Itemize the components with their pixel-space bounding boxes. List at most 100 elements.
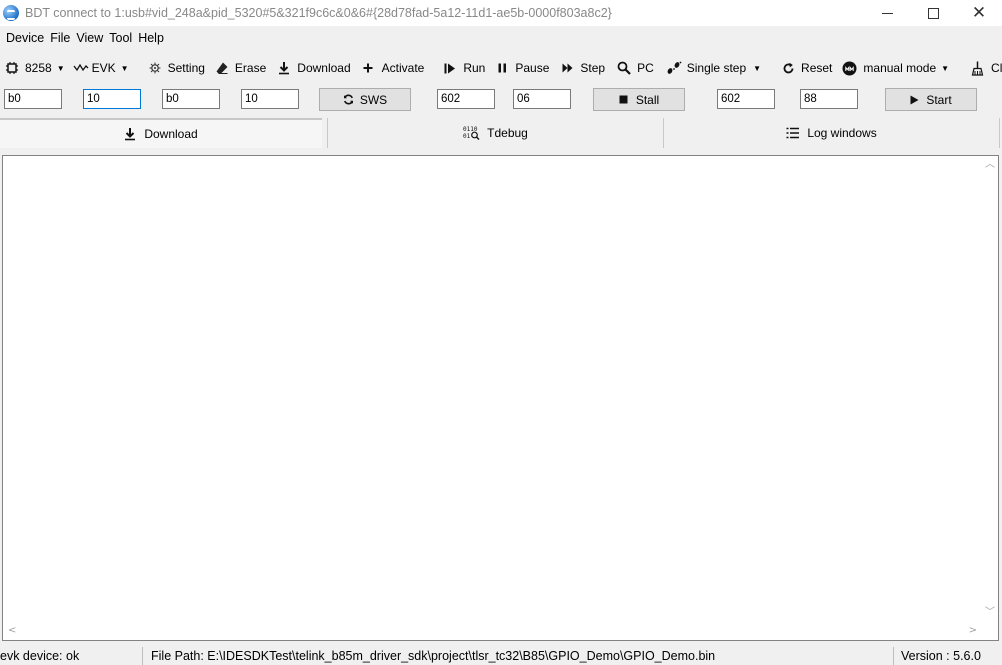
- toolbar: 8258 ▼ EVK ▼ Setting Erase Download Acti…: [0, 54, 1002, 82]
- value-input-3[interactable]: [513, 89, 571, 109]
- eraser-icon: [216, 62, 228, 74]
- gear-icon: [149, 62, 161, 74]
- stop-icon: [619, 95, 628, 104]
- scroll-right-icon[interactable]: >: [969, 626, 977, 636]
- pc-label: PC: [637, 61, 654, 75]
- device-status: evk device: ok: [0, 649, 80, 663]
- status-divider: [893, 647, 894, 665]
- download-output-panel[interactable]: ︿ ﹀ < >: [2, 155, 999, 641]
- setting-button[interactable]: Setting: [147, 56, 207, 80]
- list-icon: [786, 127, 800, 139]
- step-label: Step: [580, 61, 606, 75]
- plus-icon: [363, 63, 373, 73]
- scroll-left-icon[interactable]: <: [8, 626, 16, 636]
- sws-label: SWS: [359, 92, 388, 107]
- pause-icon: [498, 63, 507, 73]
- start-label: Start: [926, 92, 952, 107]
- manual-mode-label: manual mode: [863, 61, 937, 75]
- footsteps-icon: [667, 61, 682, 74]
- run-icon: [444, 63, 456, 73]
- status-divider: [142, 647, 143, 665]
- single-step-select[interactable]: Single step ▼: [664, 56, 763, 80]
- file-path-status: File Path: E:\IDESDKTest\telink_b85m_dri…: [151, 649, 716, 663]
- chevron-down-icon: ▼: [941, 63, 950, 73]
- board-select[interactable]: EVK ▼: [71, 56, 131, 80]
- clear-button[interactable]: Clear: [969, 56, 1002, 80]
- menu-help[interactable]: Help: [135, 29, 167, 47]
- reset-icon: [783, 62, 794, 73]
- menu-tool[interactable]: Tool: [106, 29, 135, 47]
- status-bar: evk device: ok File Path: E:\IDESDKTest\…: [0, 645, 1002, 665]
- svg-text:01: 01: [463, 133, 471, 140]
- pc-button[interactable]: PC: [615, 56, 656, 80]
- menu-view[interactable]: View: [73, 29, 106, 47]
- stall-label: Stall: [635, 92, 660, 107]
- tab-log-windows[interactable]: Log windows: [664, 118, 999, 148]
- address-input-4[interactable]: [717, 89, 775, 109]
- run-button[interactable]: Run: [442, 56, 487, 80]
- chip-icon: [6, 62, 18, 74]
- address-input-3[interactable]: [437, 89, 495, 109]
- reset-label: Reset: [801, 61, 833, 75]
- play-icon: [910, 95, 919, 104]
- window-title: BDT connect to 1:usb#vid_248a&pid_5320#5…: [25, 6, 612, 20]
- download-button[interactable]: Download: [276, 56, 352, 80]
- stall-button[interactable]: Stall: [593, 88, 685, 111]
- app-logo-icon: [3, 5, 19, 21]
- window-controls: ✕: [864, 0, 1002, 26]
- chip-select[interactable]: 8258 ▼: [3, 56, 67, 80]
- clear-label: Clear: [991, 61, 1002, 75]
- address-input-1[interactable]: [4, 89, 62, 109]
- tab-download[interactable]: Download: [0, 118, 322, 148]
- start-button[interactable]: Start: [885, 88, 977, 111]
- binary-search-icon: 0110 01: [463, 126, 480, 140]
- download-arrow-icon: [125, 128, 136, 141]
- title-bar: BDT connect to 1:usb#vid_248a&pid_5320#5…: [0, 0, 1002, 26]
- menu-bar: Device File View Tool Help: [0, 28, 167, 48]
- scroll-up-icon[interactable]: ︿: [985, 160, 995, 170]
- mode-dial-icon: [842, 61, 857, 75]
- value-input-4[interactable]: [800, 89, 858, 109]
- sws-button[interactable]: SWS: [319, 88, 411, 111]
- maximize-button[interactable]: [910, 0, 956, 26]
- tab-tdebug[interactable]: 0110 01 Tdebug: [328, 118, 663, 148]
- close-button[interactable]: ✕: [956, 0, 1002, 26]
- activate-label: Activate: [381, 61, 425, 75]
- board-label: EVK: [91, 61, 116, 75]
- run-label: Run: [463, 61, 486, 75]
- reset-button[interactable]: Reset: [780, 56, 834, 80]
- tab-divider: [999, 118, 1000, 148]
- scroll-down-icon[interactable]: ﹀: [985, 608, 995, 618]
- vertical-scrollbar[interactable]: ︿ ﹀: [981, 156, 998, 640]
- close-icon: ✕: [971, 2, 987, 23]
- pause-label: Pause: [515, 61, 550, 75]
- horizontal-scrollbar[interactable]: < >: [3, 623, 981, 640]
- chevron-down-icon: ▼: [56, 63, 65, 73]
- pause-button[interactable]: Pause: [496, 56, 551, 80]
- step-icon: [562, 63, 573, 73]
- register-input-row: SWS Stall Start: [0, 88, 1002, 112]
- search-icon: [617, 61, 631, 75]
- menu-file[interactable]: File: [47, 29, 73, 47]
- maximize-icon: [927, 7, 939, 19]
- minimize-button[interactable]: [864, 0, 910, 26]
- broom-icon: [971, 61, 984, 76]
- step-button[interactable]: Step: [560, 56, 607, 80]
- refresh-icon: [343, 94, 353, 105]
- tab-bar: Download 0110 01 Tdebug Log windows: [0, 118, 1002, 148]
- setting-label: Setting: [167, 61, 205, 75]
- value-input-2[interactable]: [241, 89, 299, 109]
- minimize-icon: [881, 12, 893, 14]
- chip-label: 8258: [25, 61, 52, 75]
- single-step-label: Single step: [686, 61, 747, 75]
- activate-button[interactable]: Activate: [361, 56, 427, 80]
- erase-button[interactable]: Erase: [213, 56, 268, 80]
- manual-mode-select[interactable]: manual mode ▼: [840, 56, 951, 80]
- menu-device[interactable]: Device: [3, 29, 47, 47]
- erase-label: Erase: [234, 61, 267, 75]
- tab-download-label: Download: [144, 127, 198, 141]
- chevron-down-icon: ▼: [120, 63, 129, 73]
- value-input-1[interactable]: [83, 89, 141, 109]
- address-input-2[interactable]: [162, 89, 220, 109]
- download-arrow-icon: [279, 62, 290, 75]
